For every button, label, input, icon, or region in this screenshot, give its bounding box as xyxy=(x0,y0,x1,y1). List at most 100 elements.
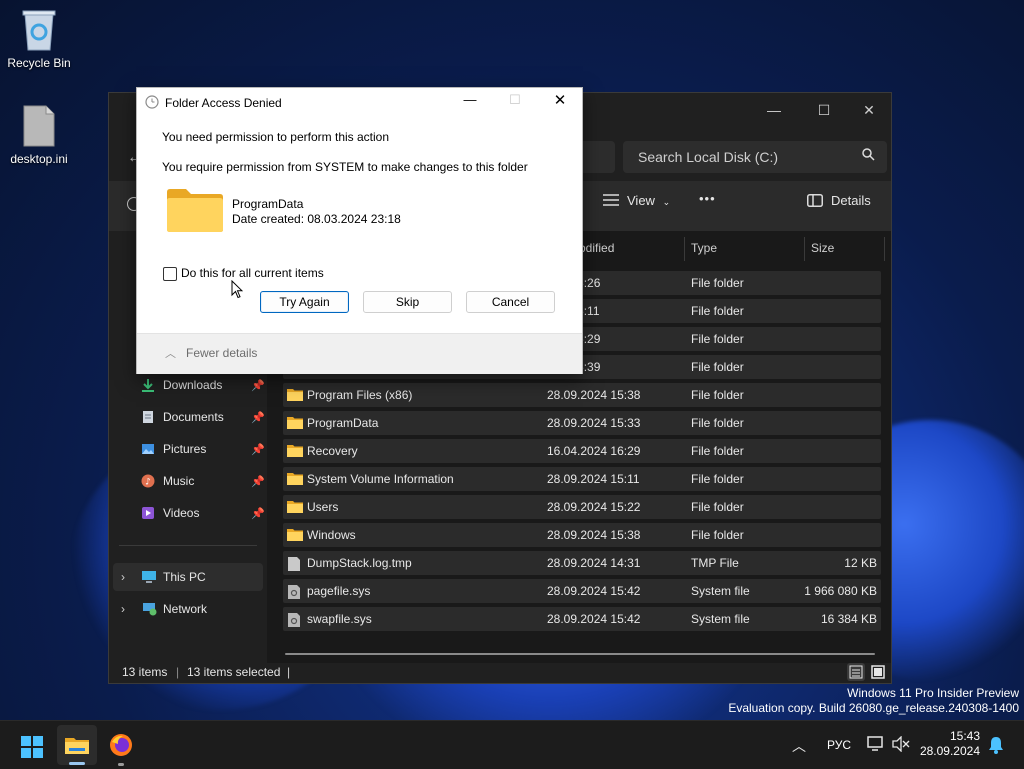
volume-muted-icon[interactable] xyxy=(892,735,910,755)
pin-icon[interactable]: 📌 xyxy=(251,507,265,520)
running-indicator xyxy=(118,763,124,766)
desktop-icon-label: desktop.ini xyxy=(10,152,68,166)
date-modified: 28.09.2024 15:38 xyxy=(547,528,641,542)
firefox-icon xyxy=(109,733,133,760)
chevron-right-icon[interactable]: › xyxy=(121,570,125,584)
column-header-type[interactable]: Type xyxy=(691,241,717,255)
settings-file-icon xyxy=(22,104,56,148)
column-divider[interactable] xyxy=(804,237,805,261)
table-row[interactable]: Windows 28.09.2024 15:38 File folder xyxy=(283,523,881,547)
chevron-up-icon[interactable]: ︿ xyxy=(792,736,806,756)
search-input[interactable]: Search Local Disk (C:) xyxy=(623,141,887,173)
table-row[interactable]: swapfile.sys 28.09.2024 15:42 System file 1… xyxy=(283,607,881,631)
minimize-button[interactable]: — xyxy=(759,99,789,121)
taskbar-file-explorer[interactable] xyxy=(57,725,97,765)
system-file-icon xyxy=(287,612,303,627)
folder-icon xyxy=(287,388,303,401)
file-type: File folder xyxy=(691,332,744,346)
chevron-right-icon[interactable]: › xyxy=(121,602,125,616)
evaluation-watermark: Windows 11 Pro Insider Preview Evaluatio… xyxy=(728,686,1019,716)
date-modified: 28.09.2024 15:22 xyxy=(547,500,641,514)
close-button[interactable]: ✕ xyxy=(854,99,884,121)
date-modified: 28.09.2024 15:33 xyxy=(547,416,641,430)
view-label: View xyxy=(627,193,655,208)
start-button[interactable] xyxy=(12,725,52,765)
file-name: swapfile.sys xyxy=(307,612,372,626)
nav-label: Videos xyxy=(163,506,200,520)
language-indicator[interactable]: РУС xyxy=(827,738,851,752)
table-row[interactable]: ProgramData 28.09.2024 15:33 File folder xyxy=(283,411,881,435)
dialog-footer: ︿ Fewer details xyxy=(137,333,582,374)
dialog-title: Folder Access Denied xyxy=(165,96,282,110)
file-icon xyxy=(287,556,303,571)
desktop-icon-desktop-ini[interactable]: desktop.ini xyxy=(3,104,75,166)
apply-to-all-label[interactable]: Do this for all current items xyxy=(181,266,324,280)
column-header-size[interactable]: Size xyxy=(811,241,834,255)
details-pane-button[interactable]: Details xyxy=(807,193,871,210)
column-divider[interactable] xyxy=(884,237,885,261)
table-row[interactable]: System Volume Information 28.09.2024 15:1… xyxy=(283,467,881,491)
address-bar[interactable] xyxy=(579,141,615,173)
pin-icon[interactable]: 📌 xyxy=(251,379,265,392)
pin-icon[interactable]: 📌 xyxy=(251,443,265,456)
details-pane-icon xyxy=(807,193,823,210)
clock[interactable]: 15:43 28.09.2024 xyxy=(916,729,980,759)
tiles-view-icon[interactable] xyxy=(869,663,887,681)
pin-icon[interactable]: 📌 xyxy=(251,411,265,424)
chevron-down-icon: ⌄ xyxy=(662,197,671,207)
taskbar-firefox[interactable] xyxy=(101,725,141,766)
view-icon xyxy=(603,194,619,209)
network-status-icon[interactable] xyxy=(867,735,885,756)
nav-label: Downloads xyxy=(163,378,223,392)
file-name: System Volume Information xyxy=(307,472,454,486)
file-name: pagefile.sys xyxy=(307,584,371,598)
table-row[interactable]: DumpStack.log.tmp 28.09.2024 14:31 TMP Fil… xyxy=(283,551,881,575)
download-icon xyxy=(141,378,155,392)
system-file-icon xyxy=(287,584,303,599)
documents-icon xyxy=(141,410,155,424)
file-name: Recovery xyxy=(307,444,358,458)
skip-button[interactable]: Skip xyxy=(363,291,452,313)
try-again-button[interactable]: Try Again xyxy=(260,291,349,313)
table-row[interactable]: Users 28.09.2024 15:22 File folder xyxy=(283,495,881,519)
nav-label: This PC xyxy=(163,570,206,584)
notification-bell-icon[interactable] xyxy=(988,736,1004,757)
dialog-heading: You need permission to perform this acti… xyxy=(162,130,390,144)
folder-icon xyxy=(287,416,303,429)
nav-label: Pictures xyxy=(163,442,207,456)
dialog-minimize-button[interactable]: — xyxy=(460,92,480,110)
network-icon xyxy=(141,602,157,616)
maximize-button[interactable]: ☐ xyxy=(809,99,839,121)
status-selected-count: 13 items selected xyxy=(187,665,281,679)
search-icon[interactable] xyxy=(862,141,875,173)
file-size: 1 966 080 KB xyxy=(804,584,877,598)
table-row[interactable]: pagefile.sys 28.09.2024 15:42 System file 1… xyxy=(283,579,881,603)
dialog-close-button[interactable]: ✕ xyxy=(550,91,570,109)
desktop-icon-recycle-bin[interactable]: Recycle Bin xyxy=(3,8,75,70)
file-type: File folder xyxy=(691,304,744,318)
status-separator: | xyxy=(176,665,180,679)
folder-icon xyxy=(64,735,90,758)
active-indicator xyxy=(69,762,85,765)
desktop-icon-label: Recycle Bin xyxy=(7,56,71,70)
apply-to-all-checkbox[interactable] xyxy=(163,267,177,281)
column-divider[interactable] xyxy=(684,237,685,261)
chevron-up-icon[interactable]: ︿ xyxy=(165,345,176,361)
fewer-details-link[interactable]: Fewer details xyxy=(186,346,257,360)
table-row[interactable]: Program Files (x86) 28.09.2024 15:38 File … xyxy=(283,383,881,407)
taskbar: ︿ РУС 15:43 28.09.2024 xyxy=(0,720,1024,769)
details-view-icon[interactable] xyxy=(847,663,865,681)
cancel-button[interactable]: Cancel xyxy=(466,291,555,313)
view-button[interactable]: View ⌄ xyxy=(603,193,670,209)
more-options-button[interactable]: ••• xyxy=(699,191,716,206)
date-modified: 28.09.2024 15:38 xyxy=(547,388,641,402)
file-type: System file xyxy=(691,612,750,626)
pin-icon[interactable]: 📌 xyxy=(251,475,265,488)
horizontal-scrollbar[interactable] xyxy=(285,653,875,655)
table-row[interactable]: Recovery 16.04.2024 16:29 File folder xyxy=(283,439,881,463)
search-placeholder: Search Local Disk (C:) xyxy=(638,149,779,165)
videos-icon xyxy=(141,506,155,520)
column-header-modified[interactable]: odified xyxy=(579,241,614,255)
music-icon: ♪ xyxy=(141,474,155,488)
date-modified: 28.09.2024 15:42 xyxy=(547,612,641,626)
